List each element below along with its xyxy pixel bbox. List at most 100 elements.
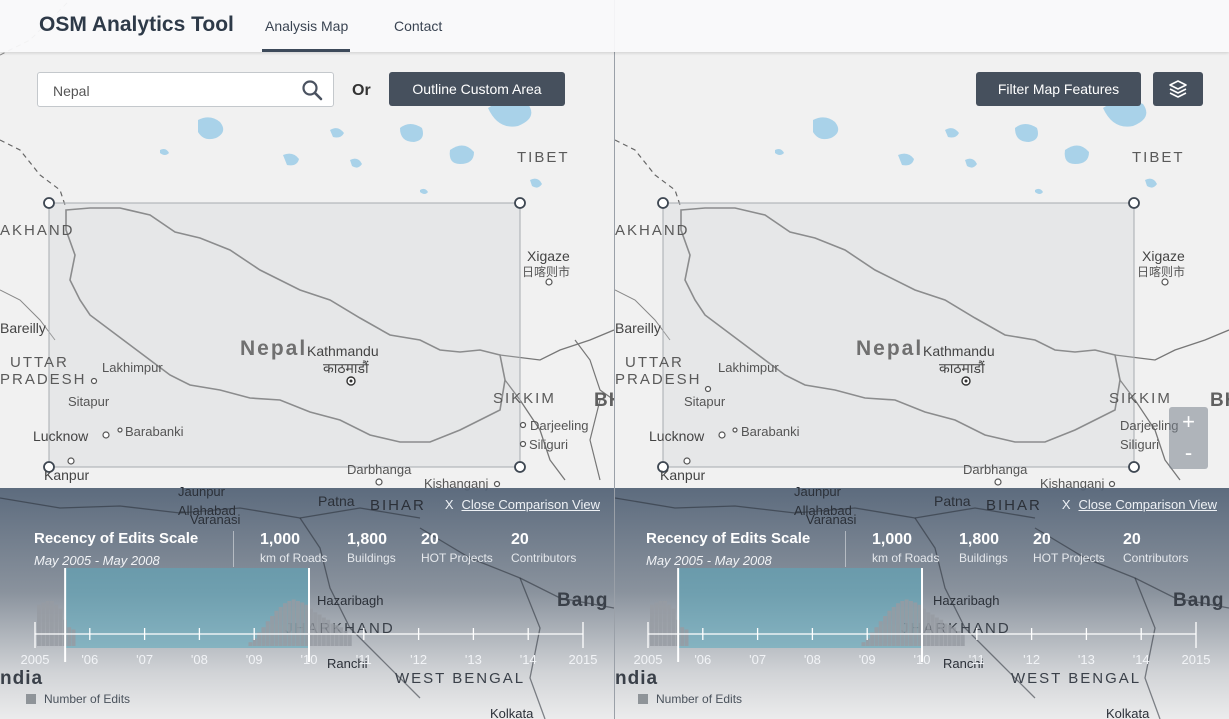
zoom-control: + - xyxy=(1169,407,1208,469)
histogram-bar xyxy=(317,614,322,646)
comparison-divider[interactable] xyxy=(614,0,615,719)
histogram-bar xyxy=(54,604,59,646)
search-value[interactable]: Nepal xyxy=(53,83,90,99)
map-label-patna: Patna xyxy=(318,493,355,509)
stat-hot-projects: 20 HOT Projects xyxy=(421,531,493,565)
map-label-bihar: BIHAR xyxy=(370,497,426,514)
timeline-tick-label: '13 xyxy=(1078,652,1095,667)
histogram-bar xyxy=(71,629,76,646)
histogram-bar xyxy=(952,627,957,646)
histogram-bar xyxy=(904,599,909,646)
panel-title: Recency of Edits Scale xyxy=(34,530,199,547)
stat-roads: 1,000 km of Roads xyxy=(872,531,940,565)
histogram-bar xyxy=(650,604,654,646)
histogram-bar xyxy=(930,614,935,646)
close-icon[interactable]: X xyxy=(445,497,454,512)
stat-contributors: 20 Contributors xyxy=(511,531,577,565)
map-label-lucknow: Lucknow xyxy=(649,428,705,444)
histogram-bar xyxy=(330,623,335,646)
timeline-tick-label: 2005 xyxy=(634,652,663,667)
histogram-bar xyxy=(261,627,266,646)
map-label-kathmandu-ne: काठमाडौं xyxy=(323,360,369,376)
app-brand[interactable]: OSM Analytics Tool xyxy=(39,13,234,37)
map-label-bh: BH xyxy=(1210,390,1229,411)
map-label-uttar: UTTAR xyxy=(10,354,69,371)
histogram-bar xyxy=(304,604,309,646)
close-comparison-view-link[interactable]: X Close Comparison View xyxy=(1062,497,1217,512)
histogram-bar xyxy=(917,604,922,646)
histogram-bar xyxy=(321,617,326,646)
histogram-bar xyxy=(654,602,659,646)
histogram-bar xyxy=(300,602,305,646)
map-label-lakhimpur: Lakhimpur xyxy=(102,360,163,375)
panel-separator xyxy=(845,531,846,567)
timeline-tick-label: 2015 xyxy=(569,652,598,667)
zoom-out-button[interactable]: - xyxy=(1169,438,1208,469)
panel-date-range: May 2005 - May 2008 xyxy=(34,553,160,568)
or-label: Or xyxy=(352,82,371,99)
map-label-siliguri: Siliguri xyxy=(1120,437,1160,452)
histogram-bar xyxy=(926,612,931,646)
legend-swatch xyxy=(638,694,648,704)
timeline-tick-label: '06 xyxy=(694,652,711,667)
map-label-jaunpur: Jaunpur xyxy=(178,484,225,499)
map-label-kanpur: Kanpur xyxy=(44,467,90,483)
histogram-bar xyxy=(680,627,685,646)
map-label-khand: AKHAND xyxy=(0,222,75,239)
outline-custom-area-button[interactable]: Outline Custom Area xyxy=(389,72,565,106)
stat-contributors: 20 Contributors xyxy=(1123,531,1189,565)
map-label-varanasi: Varanasi xyxy=(190,512,241,527)
nav-analysis-map[interactable]: Analysis Map xyxy=(265,18,348,34)
map-label-varanasi: Varanasi xyxy=(806,512,857,527)
histogram-bar xyxy=(900,601,905,646)
map-label-kathmandu-ne: काठमाडौं xyxy=(939,360,985,376)
map-label-xigaze-cjk: 日喀则市 xyxy=(1137,265,1186,279)
close-comparison-view-link[interactable]: X Close Comparison View xyxy=(445,497,600,512)
nav-contact[interactable]: Contact xyxy=(394,18,442,34)
histogram-bar xyxy=(343,631,348,646)
histogram-bar xyxy=(270,616,275,646)
legend-number-of-edits: Number of Edits xyxy=(26,692,130,706)
histogram-bar xyxy=(887,610,892,646)
timeline-tick-label: '08 xyxy=(804,652,821,667)
map-label-kathmandu: Kathmandu xyxy=(307,343,379,359)
map-label-tibet: TIBET xyxy=(1132,149,1185,166)
map-label-barabanki: Barabanki xyxy=(741,424,800,439)
panel-title: Recency of Edits Scale xyxy=(646,530,811,547)
map-label-jaunpur: Jaunpur xyxy=(794,484,841,499)
close-icon[interactable]: X xyxy=(1062,497,1071,512)
panel-separator xyxy=(233,531,234,567)
layers-button[interactable] xyxy=(1153,72,1203,106)
legend-swatch xyxy=(26,694,36,704)
stat-buildings: 1,800 Buildings xyxy=(959,531,1008,565)
map-label-darbhanga: Darbhanga xyxy=(347,462,412,477)
map-label-nepal: Nepal xyxy=(240,337,308,360)
map-label-khand: AKHAND xyxy=(615,222,690,239)
histogram-bar xyxy=(313,612,318,646)
histogram-bar xyxy=(883,616,888,646)
search-input[interactable]: Nepal xyxy=(37,72,334,107)
map-label-bh: BH xyxy=(594,390,614,411)
map-label-bihar: BIHAR xyxy=(986,497,1042,514)
timeline-tick-label: '09 xyxy=(859,652,876,667)
histogram-bar xyxy=(956,631,961,646)
histogram-bar xyxy=(58,608,63,646)
panel-date-range: May 2005 - May 2008 xyxy=(646,553,772,568)
edits-timeline[interactable]: 2005 '06 '07 '08 '09 '10 '11 '12 '13 '14 2015 xyxy=(615,568,1229,683)
timeline-tick-label: 2005 xyxy=(21,652,50,667)
map-label-bareilly: Bareilly xyxy=(615,320,661,336)
timeline-tick-label: '11 xyxy=(969,652,985,667)
timeline-tick-label: '11 xyxy=(356,652,372,667)
stats-panel-right: Jaunpur Patna BIHAR Allahabad Varanasi H… xyxy=(615,484,1229,719)
map-label-sitapur: Sitapur xyxy=(68,394,110,409)
histogram-bar xyxy=(667,604,672,646)
map-label-xigaze: Xigaze xyxy=(1142,248,1185,264)
map-label-patna: Patna xyxy=(934,493,971,509)
histogram-bar xyxy=(908,601,913,646)
zoom-in-button[interactable]: + xyxy=(1169,407,1208,438)
histogram-bar xyxy=(347,634,352,646)
search-icon[interactable] xyxy=(301,79,323,101)
filter-map-features-button[interactable]: Filter Map Features xyxy=(976,72,1141,106)
edits-timeline[interactable]: 2005 '06 '07 '08 '09 '10 '11 '12 '13 '14 2015 xyxy=(0,568,614,683)
timeline-tick-label: '14 xyxy=(520,652,537,667)
